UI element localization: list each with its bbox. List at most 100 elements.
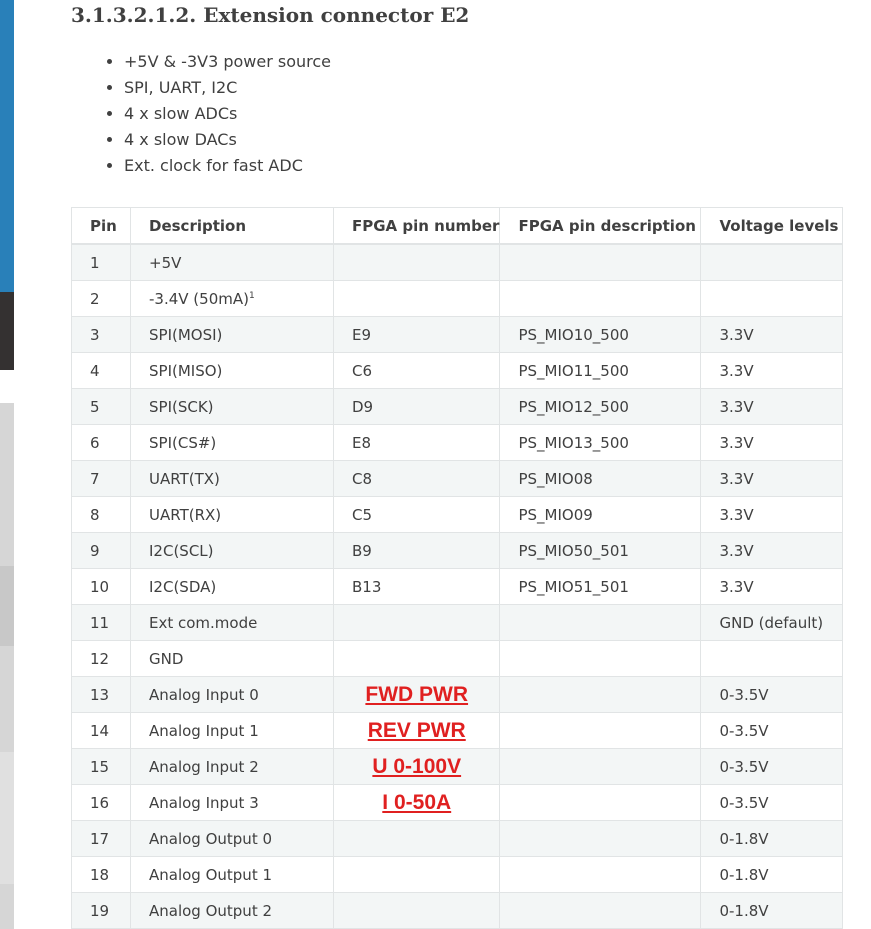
cell-description-text: UART(TX) xyxy=(149,469,220,488)
cell-pin: 3 xyxy=(71,316,131,353)
cell-pin: 2 xyxy=(71,280,131,317)
cell-fpga-pin-description xyxy=(499,892,702,929)
cell-fpga-pin-description xyxy=(499,820,702,857)
table-row: 15 Analog Input 2 U 0-100V 0-3.5V xyxy=(71,748,844,785)
cell-description: Analog Output 0 xyxy=(130,820,334,857)
cell-pin-text: 4 xyxy=(90,361,100,380)
cell-pin: 5 xyxy=(71,388,131,425)
cell-voltage-levels-text: 3.3V xyxy=(719,361,754,380)
cell-voltage-levels: 3.3V xyxy=(700,352,844,389)
handwritten-annotation: I 0-50A xyxy=(382,790,452,814)
header-fpga-pin-number: FPGA pin number xyxy=(332,207,501,245)
cell-pin: 9 xyxy=(71,532,131,569)
cell-voltage-levels: 3.3V xyxy=(700,568,844,605)
cell-pin-text: 15 xyxy=(90,757,110,776)
cell-voltage-levels: 3.3V xyxy=(700,460,844,497)
cell-fpga-pin-description xyxy=(499,784,702,821)
header-pin: Pin xyxy=(71,207,131,245)
cell-voltage-levels: 3.3V xyxy=(700,424,844,461)
cell-pin: 14 xyxy=(71,712,131,749)
sidebar-nav-strip xyxy=(0,292,14,370)
cell-fpga-pin-description-text: PS_MIO10_500 xyxy=(518,325,629,344)
cell-pin-text: 8 xyxy=(90,505,100,524)
cell-pin-text: 17 xyxy=(90,829,110,848)
cell-fpga-pin-description xyxy=(499,604,702,641)
cell-fpga-pin-description xyxy=(499,243,702,281)
cell-fpga-pin-description: PS_MIO50_501 xyxy=(499,532,702,569)
cell-voltage-levels-text: 3.3V xyxy=(719,469,754,488)
handwritten-annotation: FWD PWR xyxy=(365,682,469,706)
cell-pin-text: 13 xyxy=(90,685,110,704)
cell-voltage-levels-text: 0-1.8V xyxy=(719,829,769,848)
cell-description-text: SPI(MOSI) xyxy=(149,325,223,344)
table-row: 4 SPI(MISO) C6 PS_MIO11_500 3.3V xyxy=(71,352,844,389)
cell-voltage-levels-text: 0-3.5V xyxy=(719,793,769,812)
cell-fpga-pin-description xyxy=(499,640,702,677)
cell-voltage-levels: 0-1.8V xyxy=(700,892,844,929)
cell-fpga-pin-number: E9 xyxy=(332,316,501,353)
cell-pin-text: 18 xyxy=(90,865,110,884)
header-fpga-pin-description: FPGA pin description xyxy=(499,207,702,245)
cell-fpga-pin-number-text: C8 xyxy=(352,469,373,488)
cell-description-text: Analog Input 3 xyxy=(149,793,259,812)
pin-table: Pin Description FPGA pin number FPGA pin… xyxy=(71,207,844,929)
table-row: 1 +5V xyxy=(71,243,844,281)
cell-pin-text: 10 xyxy=(90,577,110,596)
header-voltage-levels: Voltage levels xyxy=(700,207,844,245)
cell-description: +5V xyxy=(130,243,334,281)
cell-fpga-pin-number: C6 xyxy=(332,352,501,389)
cell-description-text: Analog Input 0 xyxy=(149,685,259,704)
cell-pin-text: 16 xyxy=(90,793,110,812)
cell-voltage-levels-text: 0-3.5V xyxy=(719,757,769,776)
table-row: 9 I2C(SCL) B9 PS_MIO50_501 3.3V xyxy=(71,532,844,569)
cell-voltage-levels: 3.3V xyxy=(700,388,844,425)
cell-description: SPI(CS#) xyxy=(130,424,334,461)
cell-fpga-pin-description-text: PS_MIO09 xyxy=(518,505,593,524)
cell-description-text: +5V xyxy=(149,253,182,272)
cell-description-text: I2C(SDA) xyxy=(149,577,217,596)
cell-fpga-pin-description xyxy=(499,748,702,785)
cell-description: Analog Input 3 xyxy=(130,784,334,821)
cell-description: Analog Input 1 xyxy=(130,712,334,749)
cell-pin-text: 5 xyxy=(90,397,100,416)
cell-description-text: Analog Input 2 xyxy=(149,757,259,776)
cell-fpga-pin-number xyxy=(332,856,501,893)
cell-voltage-levels: 3.3V xyxy=(700,316,844,353)
cell-fpga-pin-description: PS_MIO09 xyxy=(499,496,702,533)
cell-description: UART(RX) xyxy=(130,496,334,533)
cell-fpga-pin-number: C5 xyxy=(332,496,501,533)
cell-description: Analog Output 1 xyxy=(130,856,334,893)
cell-description-text: SPI(CS#) xyxy=(149,433,217,452)
cell-pin-text: 1 xyxy=(90,253,100,272)
cell-fpga-pin-number-text: E8 xyxy=(352,433,372,452)
cell-fpga-pin-description: PS_MIO13_500 xyxy=(499,424,702,461)
cell-fpga-pin-number: D9 xyxy=(332,388,501,425)
cell-fpga-pin-description xyxy=(499,856,702,893)
sidebar-gap xyxy=(0,370,14,403)
cell-pin-text: 7 xyxy=(90,469,100,488)
cell-voltage-levels: 3.3V xyxy=(700,532,844,569)
sidebar-search-strip xyxy=(0,0,14,292)
cell-pin: 10 xyxy=(71,568,131,605)
cell-pin-text: 6 xyxy=(90,433,100,452)
cell-description-text: Analog Input 1 xyxy=(149,721,259,740)
cell-pin: 16 xyxy=(71,784,131,821)
cell-fpga-pin-number: C8 xyxy=(332,460,501,497)
cell-voltage-levels: 0-3.5V xyxy=(700,676,844,713)
cell-fpga-pin-description-text: PS_MIO12_500 xyxy=(518,397,629,416)
cell-description-text: UART(RX) xyxy=(149,505,222,524)
cell-voltage-levels-text: 3.3V xyxy=(719,397,754,416)
cell-fpga-pin-number xyxy=(332,243,501,281)
cell-pin-text: 9 xyxy=(90,541,100,560)
cell-description-text: Ext com.mode xyxy=(149,613,258,632)
cell-fpga-pin-description: PS_MIO51_501 xyxy=(499,568,702,605)
cell-voltage-levels-text: 3.3V xyxy=(719,433,754,452)
cell-voltage-levels xyxy=(700,243,844,281)
footnote-ref[interactable]: 1 xyxy=(249,291,255,301)
cell-voltage-levels-text: 3.3V xyxy=(719,505,754,524)
table-row: 12 GND xyxy=(71,640,844,677)
feature-list: +5V & -3V3 power source SPI, UART, I2C 4… xyxy=(108,49,331,179)
table-header-row: Pin Description FPGA pin number FPGA pin… xyxy=(71,207,844,245)
table-row: 3 SPI(MOSI) E9 PS_MIO10_500 3.3V xyxy=(71,316,844,353)
table-row: 6 SPI(CS#) E8 PS_MIO13_500 3.3V xyxy=(71,424,844,461)
